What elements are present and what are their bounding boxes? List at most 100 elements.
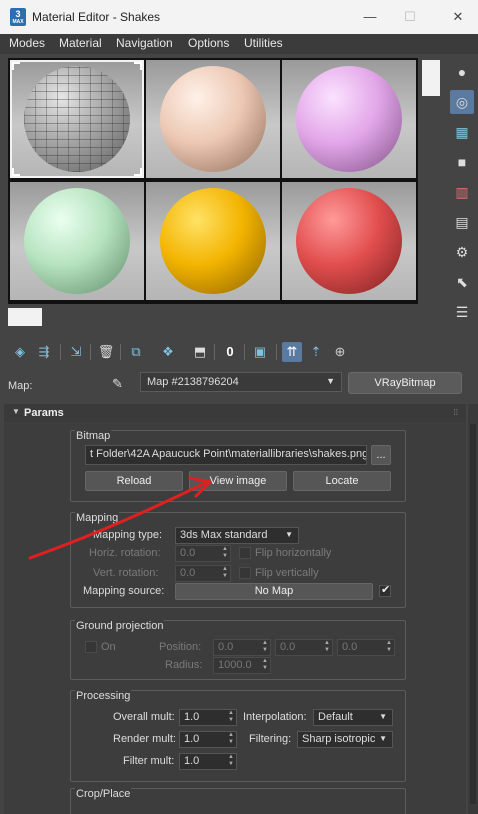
material-sphere [24,66,130,172]
ground-on-label: On [101,641,116,653]
menu-material[interactable]: Material [59,36,102,50]
background-icon[interactable]: ▦ [450,120,474,144]
map-type-button[interactable]: VRayBitmap [348,372,462,394]
side-toolbar: ● ◎ ▦ ■ ▥ ▤ ⚙ ⬉ ☰ [448,58,476,328]
map-label: Map: [8,380,33,392]
get-material-icon[interactable]: ◈ [10,342,30,362]
filter-mult-label: Filter mult: [123,755,175,767]
maximize-button[interactable]: ☐ [398,6,422,28]
slots-vertical-scrollbar[interactable] [420,58,442,304]
bitmap-group-label: Bitmap [75,430,112,442]
material-sphere [160,188,266,294]
processing-label: Processing [75,690,132,702]
video-color-check-icon[interactable]: ▥ [450,180,474,204]
mapping-source-label: Mapping source: [83,585,165,597]
show-shaded-material-icon[interactable]: ▣ [250,342,270,362]
overall-mult-spinner[interactable]: 1.0 ▲ ▼ [179,709,237,726]
flip-vertically-label: Flip vertically [255,567,319,579]
filtering-dropdown[interactable]: Sharp isotropic ▼ [297,731,393,748]
scroll-thumb[interactable] [8,308,42,326]
eyedropper-icon[interactable]: ✎ [112,376,123,392]
sample-slot-6[interactable] [282,182,416,300]
material-id-channel-icon[interactable]: 0 [220,342,240,362]
app-logo-icon: 3 MAX [10,8,26,26]
overall-mult-label: Overall mult: [113,711,175,723]
flip-vertically-checkbox[interactable] [239,567,251,579]
sample-slot-3[interactable] [282,60,416,178]
material-sphere [160,66,266,172]
view-image-button[interactable]: View image [189,471,287,491]
close-button[interactable]: ✕ [446,6,470,28]
browse-button[interactable]: ... [371,445,391,465]
put-to-scene-icon[interactable]: ⇶ [34,342,54,362]
render-mult-label: Render mult: [113,733,176,745]
go-forward-to-sibling-icon[interactable]: ⊕ [330,342,350,362]
params-scrollbar[interactable] [468,404,478,814]
filter-mult-spinner[interactable]: 1.0 ▲ ▼ [179,753,237,770]
menu-utilities[interactable]: Utilities [244,36,283,50]
sample-slot-5[interactable] [146,182,280,300]
crop-place-group: Crop/Place [70,788,406,814]
position-x-spinner[interactable]: 0.0 ▲ ▼ [213,639,271,656]
options-icon[interactable]: ⚙ [450,240,474,264]
window-title: Material Editor - Shakes [32,10,161,24]
interpolation-dropdown[interactable]: Default ▼ [313,709,393,726]
mapping-source-button[interactable]: No Map [175,583,373,600]
minimize-button[interactable]: — [358,6,382,28]
scroll-thumb[interactable] [422,60,440,96]
mapping-group: Mapping Mapping type: 3ds Max standard ▼ … [70,512,406,608]
sample-uv-tiling-icon[interactable]: ■ [450,150,474,174]
show-end-result-icon[interactable]: ⇈ [282,342,302,362]
reload-button[interactable]: Reload [85,471,183,491]
position-y-spinner[interactable]: 0.0 ▲ ▼ [275,639,333,656]
scroll-thumb[interactable] [470,424,476,804]
slots-horizontal-scrollbar[interactable] [8,306,418,326]
assign-to-selection-icon[interactable]: ⇲ [66,342,86,362]
ground-on-checkbox[interactable] [85,641,97,653]
menu-modes[interactable]: Modes [9,36,45,50]
select-by-material-icon[interactable]: ⬉ [450,270,474,294]
mapping-group-label: Mapping [75,512,120,524]
crop-place-label: Crop/Place [75,788,132,800]
vert-rotation-label: Vert. rotation: [93,567,159,579]
params-title: Params [24,407,64,419]
backlight-icon[interactable]: ◎ [450,90,474,114]
mapping-source-checkbox[interactable] [379,583,391,597]
sample-slot-4[interactable] [10,182,144,300]
vert-rotation-spinner[interactable]: 0.0 ▲ ▼ [175,565,231,582]
sample-slot-2[interactable] [146,60,280,178]
menu-bar: Modes Material Navigation Options Utilit… [0,34,478,54]
map-name-dropdown[interactable]: Map #2138796204 ▼ [140,372,342,392]
flip-horizontally-label: Flip horizontally [255,547,332,559]
material-map-navigator-icon[interactable]: ☰ [450,300,474,324]
position-label: Position: [159,641,202,653]
reset-map-icon[interactable]: 🗑 [96,342,116,362]
make-preview-icon[interactable]: ▤ [450,210,474,234]
sample-slot-1[interactable] [10,60,144,178]
filtering-label: Filtering: [249,733,292,745]
render-mult-spinner[interactable]: 1.0 ▲ ▼ [179,731,237,748]
bitmap-path-field[interactable]: t Folder\42A Apaucuck Point\materiallibr… [85,445,367,465]
put-to-library-icon[interactable]: ⬒ [190,342,210,362]
horiz-rotation-spinner[interactable]: 0.0 ▲ ▼ [175,545,231,562]
go-to-parent-icon[interactable]: ⇡ [306,342,326,362]
mapping-type-label: Mapping type: [93,529,163,541]
flip-horizontally-checkbox[interactable] [239,547,251,559]
bitmap-group: Bitmap t Folder\42A Apaucuck Point\mater… [70,430,406,502]
sample-slots-area [0,54,478,334]
make-unique-icon[interactable]: ❖ [158,342,178,362]
mapping-type-dropdown[interactable]: 3ds Max standard ▼ [175,527,299,544]
map-row: Map: ✎ Map #2138796204 ▼ VRayBitmap [0,370,478,396]
ground-projection-group: Ground projection On Position: 0.0 ▲ ▼ 0.0… [70,620,406,680]
menu-navigation[interactable]: Navigation [116,36,173,50]
position-z-spinner[interactable]: 0.0 ▲ ▼ [337,639,395,656]
collapse-arrow-icon: ▼ [12,407,20,416]
copy-material-icon[interactable]: ⧉ [126,342,146,362]
radius-spinner[interactable]: 1000.0 ▲ ▼ [213,657,271,674]
sample-type-icon[interactable]: ● [450,60,474,84]
locate-button[interactable]: Locate [293,471,391,491]
params-rollout-header[interactable]: ▼ Params ⁞⁞ [4,404,466,422]
sample-slots-grid [8,58,418,304]
menu-options[interactable]: Options [188,36,229,50]
material-toolbar: ◈ ⇶ ⇲ 🗑 ⧉ ❖ ⬒ 0 ▣ ⇈ ⇡ ⊕ [0,338,478,366]
